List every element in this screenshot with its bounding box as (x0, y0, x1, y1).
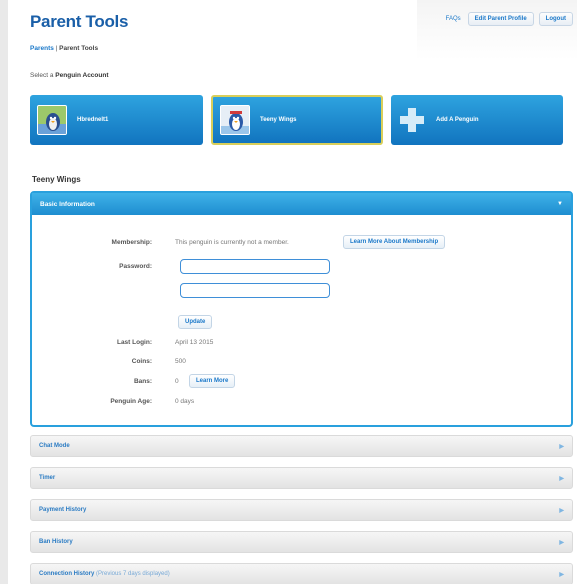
page-title: Parent Tools (30, 12, 129, 31)
breadcrumb-current: Parent Tools (59, 45, 99, 52)
top-shade (417, 0, 577, 60)
chevron-down-icon: ▼ (557, 201, 563, 207)
select-account-prefix: Select a (30, 72, 56, 79)
breadcrumb: Parents | Parent Tools (30, 45, 98, 52)
learn-more-membership-button[interactable]: Learn More About Membership (343, 235, 446, 249)
section-label: Payment History (39, 507, 87, 513)
bans-label: Bans: (133, 378, 152, 385)
basic-information-header[interactable]: Basic Information ▼ (32, 193, 571, 215)
account-card-teeny-wings[interactable]: Teeny Wings (211, 95, 383, 145)
penguin-avatar (37, 105, 67, 135)
edit-parent-profile-button[interactable]: Edit Parent Profile (467, 12, 534, 26)
select-account-label: Select a Penguin Account (30, 72, 109, 79)
basic-information-title: Basic Information (40, 200, 95, 208)
update-button[interactable]: Update (178, 315, 213, 329)
coins-value: 500 (175, 358, 186, 365)
section-label: Connection History (39, 571, 95, 577)
membership-label: Membership: (111, 239, 152, 246)
account-name: Add A Penguin (436, 117, 479, 123)
parent-tools-page: Parent Tools Parents | Parent Tools FAQs… (8, 0, 577, 584)
penguin-age-label: Penguin Age: (110, 398, 152, 405)
breadcrumb-parents-link[interactable]: Parents (30, 45, 54, 52)
bans-learn-more-button[interactable]: Learn More (189, 374, 236, 388)
penguin-avatar (220, 105, 250, 135)
select-account-bold: Penguin Account (55, 72, 109, 79)
section-connection-history[interactable]: Connection History (Previous 7 days disp… (30, 563, 573, 584)
password-field[interactable] (180, 259, 330, 274)
chevron-right-icon: ▶ (559, 539, 564, 546)
section-label: Ban History (39, 539, 73, 545)
section-payment-history[interactable]: Payment History ▶ (30, 499, 573, 521)
account-card-hbrednelt1[interactable]: Hbrednelt1 (30, 95, 203, 145)
section-chat-mode[interactable]: Chat Mode ▶ (30, 435, 573, 457)
add-penguin-card[interactable]: Add A Penguin (391, 95, 563, 145)
section-label: Chat Mode (39, 443, 70, 449)
last-login-label: Last Login: (116, 339, 152, 346)
bans-value: 0 (175, 378, 179, 385)
chevron-right-icon: ▶ (559, 571, 564, 578)
chevron-right-icon: ▶ (559, 443, 564, 450)
chevron-right-icon: ▶ (559, 475, 564, 482)
password-confirm-field[interactable] (180, 283, 330, 298)
selected-penguin-name: Teeny Wings (32, 175, 81, 184)
last-login-value: April 13 2015 (175, 339, 214, 346)
account-name: Teeny Wings (260, 117, 297, 123)
basic-information-panel: Basic Information ▼ Membership: This pen… (30, 191, 573, 427)
membership-value: This penguin is currently not a member. (175, 239, 289, 246)
penguin-age-value: 0 days (175, 398, 195, 405)
account-name: Hbrednelt1 (77, 117, 109, 123)
top-bar: FAQs Edit Parent Profile Logout (446, 12, 573, 26)
logout-button[interactable]: Logout (538, 12, 573, 26)
section-timer[interactable]: Timer ▶ (30, 467, 573, 489)
section-sublabel: (Previous 7 days displayed) (96, 571, 170, 577)
chevron-right-icon: ▶ (559, 507, 564, 514)
plus-icon (398, 106, 426, 134)
coins-label: Coins: (131, 358, 152, 365)
faq-link[interactable]: FAQs (446, 16, 461, 22)
section-label: Timer (39, 475, 56, 481)
password-label: Password: (119, 263, 152, 270)
section-label-wrap: Connection History (Previous 7 days disp… (39, 571, 170, 577)
section-ban-history[interactable]: Ban History ▶ (30, 531, 573, 553)
